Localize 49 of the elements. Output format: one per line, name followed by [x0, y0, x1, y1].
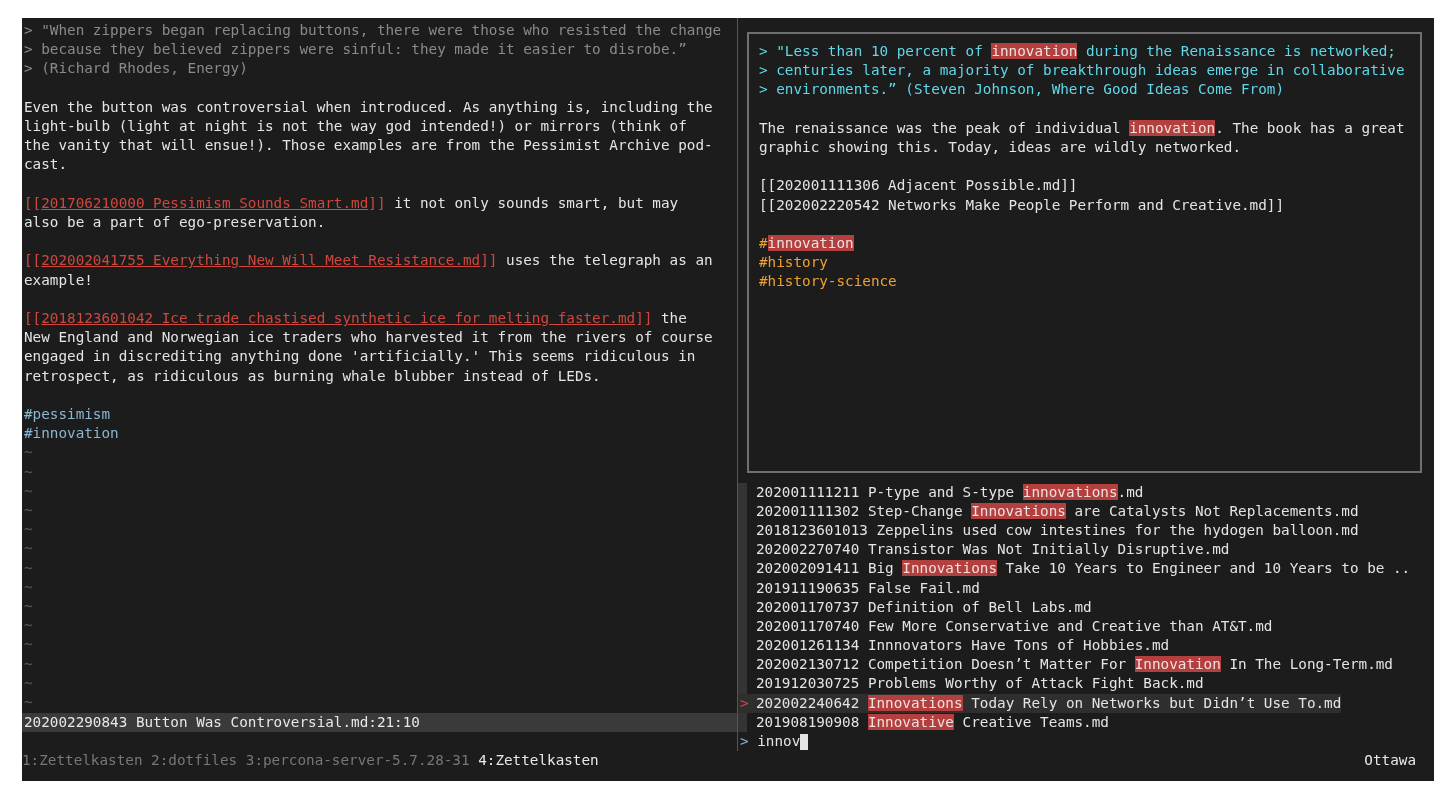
paragraph: Even the button was controversial when introduced. As anything is, including the light-bulb (light at night is not the way god intended!) or mirrors (think of the vanity that will ensue!). Those examples are from the Pessimist Archive pod-cast. — [24, 97, 713, 175]
result-row[interactable]: 2018123601013 Zeppelins used cow intestines for the hydogen balloon.md — [738, 520, 1359, 541]
empty-line-marker: ~ — [24, 635, 34, 655]
window-tab[interactable]: 3:percona-server-5.7.28-31 — [245, 751, 470, 771]
empty-line-marker: ~ — [24, 443, 34, 463]
result-row[interactable]: 202001111211 P-type and S-type innovations.md — [738, 482, 1144, 502]
note-link[interactable]: [[201706210000 Pessimism Sounds Smart.md]] — [24, 194, 386, 211]
blockquote: > "When zippers began replacing buttons, there were those who resisted the change > because they believed zippers were sinful: they made it easier to disrobe.” > (Richard Rhodes, Energy) — [24, 21, 723, 79]
window-tab[interactable]: 1:Zettelkasten — [22, 751, 143, 771]
tag: #history-science — [759, 272, 1410, 292]
empty-line-marker: ~ — [24, 616, 34, 636]
result-row[interactable]: 201912030725 Problems Worthy of Attack Fight Back.md — [738, 674, 1204, 694]
tag: #pessimism — [24, 405, 737, 425]
result-row[interactable]: > 202002240642 Innovations Today Rely on Networks but Didn’t Use To.md — [738, 693, 1342, 713]
tag: #history — [759, 253, 1410, 273]
result-row[interactable]: 202001170740 Few More Conservative and Creative than AT&T.md — [738, 616, 1273, 637]
text-cursor — [800, 733, 809, 750]
note-link[interactable]: [[202002041755 Everything New Will Meet Resistance.md]] — [24, 252, 498, 269]
empty-line-marker: ~ — [24, 577, 34, 597]
result-row[interactable]: 202001111302 Step-Change Innovations are Catalysts Not Replacements.md — [738, 501, 1359, 521]
result-row[interactable]: 202001261134 Innnovators Have Tons of Hobbies.md — [738, 636, 1170, 656]
paragraph: The renaissance was the peak of individual innovation. The book has a great graphic showing this. Today, ideas are wildly networked. — [759, 118, 1406, 157]
empty-line-marker: ~ — [24, 520, 34, 540]
empty-line-marker: ~ — [24, 558, 34, 578]
result-row[interactable]: 202002130712 Competition Doesn’t Matter For Innovation In The Long-Term.md — [738, 655, 1393, 675]
empty-line-marker: ~ — [24, 481, 34, 501]
paragraph: [[202002041755 Everything New Will Meet Resistance.md]] uses the telegraph as an example! — [24, 251, 713, 290]
empty-line-marker: ~ — [24, 501, 34, 520]
result-row[interactable]: 201911190635 False Fail.md — [738, 578, 980, 598]
empty-line-marker: ~ — [24, 673, 34, 693]
blockquote: > "Less than 10 percent of innovation during the Renaissance is networked; > centuries later, a majority of breakthrough ideas emerge in collaborative > environments.” (Steven Johnson, Where Good Ideas Come From) — [759, 42, 1406, 100]
empty-line-marker: ~ — [24, 597, 34, 616]
result-row[interactable]: 202002091411 Big Innovations Take 10 Years to Engineer and 10 Years to be .. — [738, 559, 1411, 579]
window-tab[interactable]: 4:Zettelkasten — [478, 751, 599, 771]
window-tab[interactable]: 2:dotfiles — [151, 751, 238, 771]
note-link[interactable]: [[2018123601042 Ice trade chastised synthetic ice for melting faster.md]] — [24, 310, 653, 326]
empty-line-marker: ~ — [24, 462, 34, 482]
result-row[interactable]: 202002270740 Transistor Was Not Initially Disruptive.md — [738, 540, 1230, 560]
tag: #innovation — [24, 424, 737, 444]
search-query[interactable]: innov — [757, 732, 801, 752]
empty-line-marker: ~ — [24, 539, 34, 559]
result-row[interactable]: 202001170737 Definition of Bell Labs.md — [738, 597, 1092, 617]
empty-line-marker: ~ — [24, 654, 34, 674]
status-right: Ottawa — [1364, 751, 1416, 771]
prompt-symbol: > — [740, 732, 749, 751]
paragraph: [[2018123601042 Ice trade chastised synthetic ice for melting faster.md]] the New England and Norwegian ice traders who harvested it from the rivers of course engaged in discrediting anything done 'artificially.' This seems ridiculous in retrospect, as ridiculous as burning whale blubber instead of LEDs. — [24, 309, 713, 386]
result-row[interactable]: 201908190908 Innovative Creative Teams.md — [738, 712, 1109, 732]
paragraph: [[201706210000 Pessimism Sounds Smart.md]] it not only sounds smart, but may also be a part of ego-preservation. — [24, 193, 680, 232]
empty-line-marker: ~ — [24, 693, 34, 713]
